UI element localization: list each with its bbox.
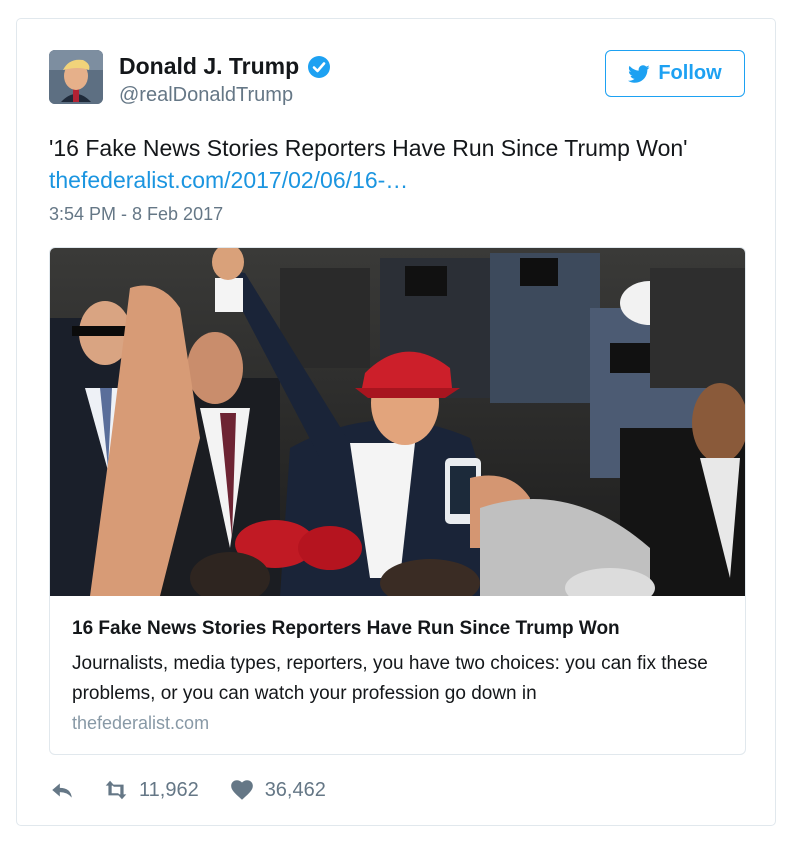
author-handle[interactable]: @realDonaldTrump	[119, 84, 293, 107]
link-card[interactable]: 16 Fake News Stories Reporters Have Run …	[49, 247, 746, 755]
verified-badge-icon	[308, 55, 331, 78]
avatar[interactable]	[49, 50, 103, 104]
tweet-embed: Donald J. Trump @realDonaldTrump Follow …	[16, 18, 776, 826]
reply-button[interactable]	[49, 777, 75, 803]
tweet-text: '16 Fake News Stories Reporters Have Run…	[49, 132, 749, 196]
like-count: 36,462	[264, 778, 326, 801]
retweet-count: 11,962	[139, 778, 199, 801]
tweet-actions: 11,962 36,462	[49, 777, 326, 803]
follow-button[interactable]: Follow	[605, 50, 745, 97]
author-name[interactable]: Donald J. Trump	[119, 53, 299, 80]
card-domain: thefederalist.com	[72, 713, 210, 733]
tweet-body: '16 Fake News Stories Reporters Have Run…	[49, 135, 688, 161]
card-image	[50, 248, 745, 596]
tweet-timestamp[interactable]: 3:54 PM - 8 Feb 2017	[49, 204, 223, 225]
twitter-bird-icon	[628, 64, 650, 83]
reply-icon	[52, 783, 72, 798]
retweet-button[interactable]: 11,962	[103, 777, 199, 803]
follow-label: Follow	[658, 62, 722, 84]
author-name-row[interactable]: Donald J. Trump	[119, 53, 331, 80]
heart-icon	[230, 780, 253, 800]
tweet-link[interactable]: thefederalist.com/2017/02/06/16-…	[49, 167, 408, 193]
retweet-icon	[105, 780, 127, 800]
card-title: 16 Fake News Stories Reporters Have Run …	[72, 618, 620, 639]
avatar-image	[49, 50, 103, 104]
like-button[interactable]: 36,462	[229, 777, 326, 803]
card-description: Journalists, media types, reporters, you…	[72, 653, 708, 704]
